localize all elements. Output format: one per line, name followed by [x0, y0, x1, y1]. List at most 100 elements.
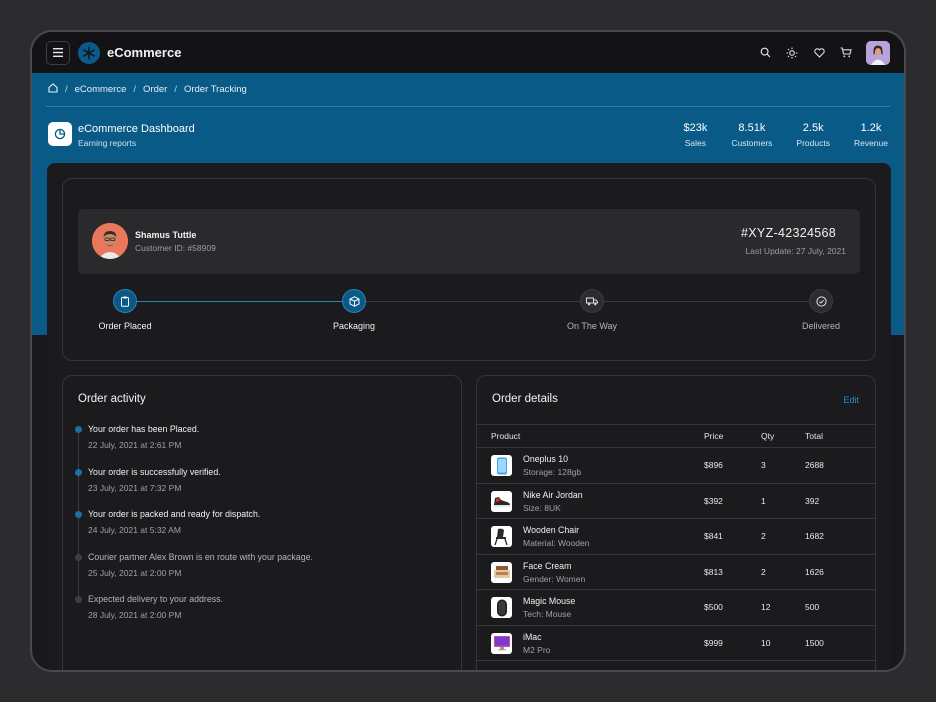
- stat-products: 2.5k Products: [796, 122, 830, 148]
- customer-info: Shamus Tuttle Customer ID: #58909 #XYZ-4…: [78, 209, 860, 274]
- hamburger-icon: [53, 48, 63, 57]
- product-price: $896: [704, 460, 723, 471]
- heart-icon[interactable]: [812, 46, 826, 60]
- product-detail: Gender: Women: [523, 573, 586, 584]
- product-name: Magic Mouse: [523, 596, 576, 606]
- timeline-date: 24 July, 2021 at 5:32 AM: [88, 525, 181, 535]
- product-detail: Storage: 128gb: [523, 467, 582, 477]
- product-price: $813: [704, 566, 723, 577]
- check-circle-icon: [809, 289, 833, 313]
- stat-customers: 8.51k Customers: [731, 122, 772, 148]
- timeline-dot: [75, 468, 82, 476]
- home-icon[interactable]: [48, 83, 58, 96]
- product-total: 1682: [805, 531, 824, 542]
- timeline-item: Your order is packed and ready for dispa…: [75, 509, 448, 552]
- imac-thumb: [491, 632, 512, 654]
- user-avatar[interactable]: [866, 40, 890, 65]
- clipboard-icon: [113, 289, 137, 313]
- product-detail: M2 Pro: [523, 644, 551, 655]
- stat-label: Sales: [684, 138, 707, 148]
- header-divider: [46, 106, 890, 107]
- activity-timeline: Your order has been Placed. 22 July, 202…: [75, 424, 448, 637]
- mouse-thumb: [491, 597, 512, 618]
- breadcrumb-item-ecommerce[interactable]: eCommerce: [75, 84, 127, 95]
- top-navbar: eCommerce: [32, 32, 904, 73]
- breadcrumb-separator: /: [65, 84, 68, 95]
- edit-button[interactable]: Edit: [843, 395, 859, 405]
- order-details-title: Order details: [492, 393, 558, 405]
- timeline-item: Your order is successfully verified. 23 …: [75, 467, 448, 510]
- breadcrumb-separator: /: [174, 84, 177, 95]
- chair-thumb: [491, 526, 512, 547]
- stats-summary: $23k Sales 8.51k Customers 2.5k Products…: [659, 122, 888, 148]
- product-qty: 12: [761, 602, 771, 613]
- breadcrumb-item-order[interactable]: Order: [143, 84, 167, 95]
- table-header: Product Price Qty Total: [477, 424, 875, 448]
- table-row[interactable]: Nike Air Jordan Size: 8UK $392 1 392: [477, 484, 875, 519]
- product-qty: 10: [761, 637, 771, 648]
- cart-icon[interactable]: [839, 46, 853, 60]
- timeline-text: Your order has been Placed.: [88, 424, 200, 434]
- order-progress-stepper: Order Placed Packaging On The Way Delive…: [78, 289, 860, 339]
- product-total: 2688: [805, 460, 824, 471]
- pie-chart-icon: [48, 122, 72, 146]
- column-header-price: Price: [704, 431, 724, 441]
- timeline-text: Courier partner Alex Brown is en route w…: [88, 551, 313, 562]
- product-name: Oneplus 10: [523, 454, 568, 464]
- stat-label: Revenue: [853, 138, 888, 148]
- timeline-item: Expected delivery to your address. 28 Ju…: [75, 594, 448, 637]
- dashboard-title: eCommerce Dashboard: [78, 123, 195, 135]
- product-name: Nike Air Jordan: [523, 489, 583, 500]
- step-delivered: Delivered: [761, 289, 881, 331]
- product-total: 392: [805, 495, 820, 506]
- product-price: $999: [704, 637, 723, 648]
- product-name: iMac: [523, 631, 542, 642]
- dashboard-subtitle: Earning reports: [78, 138, 137, 148]
- product-price: $841: [704, 531, 723, 542]
- stat-label: Products: [796, 138, 830, 148]
- timeline-item: Courier partner Alex Brown is en route w…: [75, 551, 448, 595]
- product-price: $392: [704, 495, 723, 506]
- truck-icon: [580, 289, 604, 313]
- stat-revenue: 1.2k Revenue: [854, 122, 888, 148]
- step-label: Packaging: [332, 321, 376, 331]
- step-label: Order Placed: [98, 321, 152, 331]
- search-icon[interactable]: [758, 46, 772, 60]
- product-qty: 1: [761, 495, 766, 506]
- stat-value: 1.2k: [860, 122, 882, 134]
- timeline-item: Your order has been Placed. 22 July, 202…: [75, 424, 448, 467]
- app-title: eCommerce: [107, 45, 182, 60]
- sun-icon[interactable]: [785, 46, 799, 60]
- breadcrumb: / eCommerce / Order / Order Tracking: [48, 83, 247, 96]
- table-row[interactable]: iMac M2 Pro $999 10 1500: [477, 626, 875, 661]
- product-total: 1500: [805, 637, 824, 648]
- timeline-date: 22 July, 2021 at 2:61 PM: [88, 440, 182, 450]
- order-details-card: Order details Edit Product Price Qty Tot…: [476, 375, 876, 670]
- stat-sales: $23k Sales: [683, 122, 707, 148]
- table-row[interactable]: Magic Mouse Tech: Mouse $500 12 500: [477, 590, 875, 626]
- snowflake-logo-icon[interactable]: [78, 41, 100, 64]
- customer-name: Shamus Tuttle: [135, 230, 197, 240]
- product-price: $500: [704, 602, 723, 613]
- timeline-text: Your order is packed and ready for dispa…: [88, 509, 261, 519]
- table-row[interactable]: Face Cream Gender: Women $813 2 1626: [477, 555, 875, 590]
- product-name: Wooden Chair: [523, 525, 580, 535]
- order-tracking-card: Shamus Tuttle Customer ID: #58909 #XYZ-4…: [62, 178, 876, 361]
- timeline-dot: [75, 426, 82, 433]
- table-row[interactable]: Oneplus 10 Storage: 128gb $896 3 2688: [477, 448, 875, 484]
- stat-value: 2.5k: [802, 122, 824, 134]
- step-packaging: Packaging: [294, 289, 414, 331]
- product-detail: Material: Wooden: [523, 538, 590, 548]
- order-details-table: Product Price Qty Total Oneplus 10 Stora…: [477, 424, 875, 661]
- timeline-date: 23 July, 2021 at 7:32 PM: [88, 482, 182, 493]
- hamburger-menu-button[interactable]: [46, 40, 70, 65]
- app-window: eCommerce / eCommerce / Order / Order Tr…: [30, 30, 906, 672]
- phone-thumb: [491, 455, 512, 476]
- product-detail: Size: 8UK: [523, 502, 561, 513]
- stat-value: 8.51k: [738, 122, 766, 134]
- timeline-date: 28 July, 2021 at 2:00 PM: [88, 610, 182, 620]
- last-update: Last Update: 27 July, 2021: [745, 246, 847, 256]
- column-header-total: Total: [805, 431, 823, 441]
- product-total: 500: [805, 602, 820, 613]
- table-row[interactable]: Wooden Chair Material: Wooden $841 2 168…: [477, 519, 875, 555]
